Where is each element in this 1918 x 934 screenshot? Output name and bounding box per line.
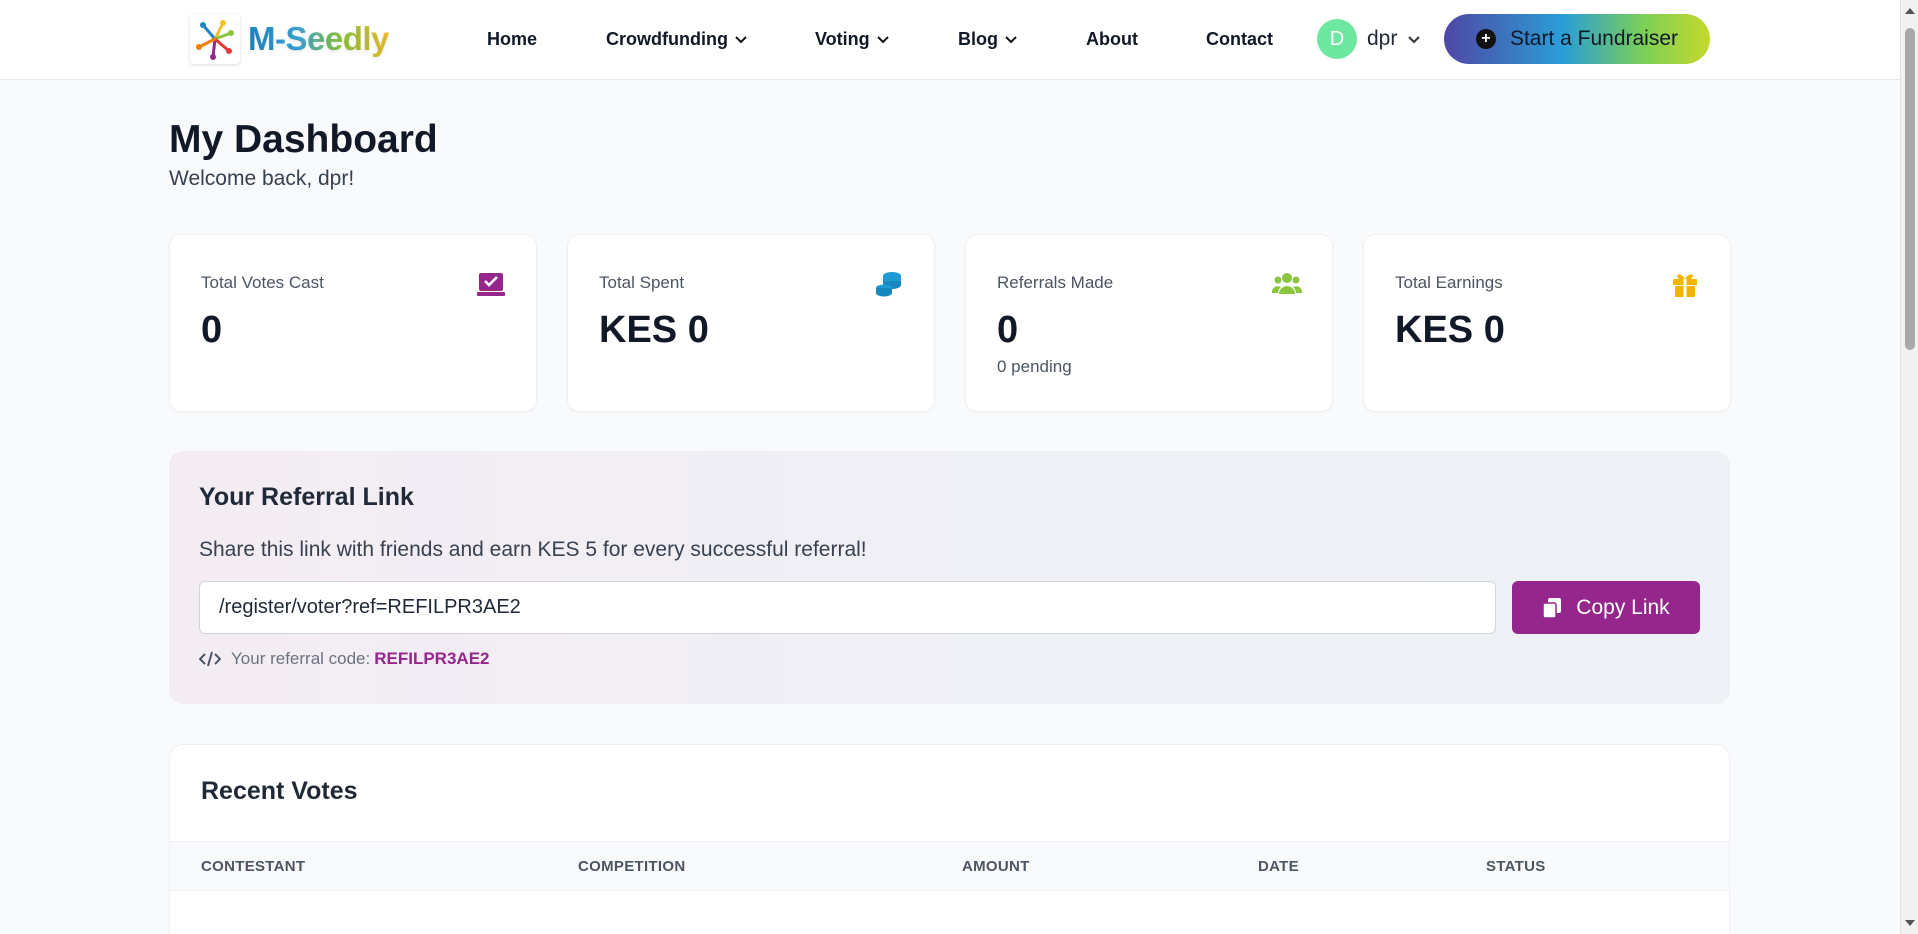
welcome-message: Welcome back, dpr! [169,167,355,190]
recent-votes-title: Recent Votes [201,777,358,805]
gift-icon [1673,274,1697,297]
stat-value: 0 [997,309,1019,351]
chevron-down-icon [735,36,747,44]
referral-title: Your Referral Link [199,483,414,511]
avatar: D [1317,19,1357,59]
code-icon [199,651,221,667]
start-fundraiser-label: Start a Fundraiser [1509,27,1679,50]
page-title: My Dashboard [169,118,438,161]
nav-crowdfunding[interactable]: Crowdfunding [606,27,748,51]
user-name: dpr [1367,27,1398,50]
vote-check-icon [477,273,505,296]
users-icon [1272,273,1302,294]
stat-card-referrals: Referrals Made 0 0 pending [965,234,1333,412]
referral-code-line: Your referral code: REFILPR3AE2 [199,649,489,669]
stat-label: Referrals Made [997,273,1114,292]
scroll-up-arrow-icon[interactable] [1905,8,1915,14]
nav-voting-label: Voting [815,28,870,49]
stat-value: KES 0 [1395,309,1505,351]
user-menu[interactable]: D dpr [1317,19,1421,59]
copy-icon [1542,597,1562,619]
stat-card-votes: Total Votes Cast 0 [169,234,537,412]
referral-description: Share this link with friends and earn KE… [199,538,867,561]
chevron-down-icon [1408,36,1421,44]
stat-label: Total Earnings [1395,273,1503,292]
column-header-competition: COMPETITION [578,858,686,875]
stat-subtext: 0 pending [997,357,1072,376]
nav-crowdfunding-label: Crowdfunding [606,28,728,49]
referral-code-prefix: Your referral code: [231,649,371,668]
nav-home[interactable]: Home [487,27,537,51]
recent-votes-section: Recent Votes CONTESTANT COMPETITION AMOU… [169,744,1730,934]
scroll-thumb[interactable] [1905,28,1915,350]
referral-section: Your Referral Link Share this link with … [169,451,1730,704]
nav-voting[interactable]: Voting [815,27,890,51]
plus-circle-icon: + [1475,29,1496,49]
scroll-down-arrow-icon[interactable] [1905,920,1915,926]
column-header-contestant: CONTESTANT [201,858,306,875]
nav-blog-label: Blog [958,28,998,49]
coins-icon [876,272,901,297]
stat-label: Total Votes Cast [201,273,324,292]
column-header-amount: AMOUNT [962,858,1030,875]
nav-about[interactable]: About [1086,27,1138,51]
column-header-status: STATUS [1486,858,1546,875]
copy-link-button[interactable]: Copy Link [1512,581,1700,634]
start-fundraiser-button[interactable]: + Start a Fundraiser [1444,14,1710,64]
referral-link-input[interactable] [199,581,1496,634]
copy-link-label: Copy Link [1576,595,1670,619]
stat-value: KES 0 [599,309,709,351]
stat-card-earnings: Total Earnings KES 0 [1363,234,1731,412]
top-navbar: M-Seedly Home Crowdfunding Voting Blog A… [0,0,1900,80]
stat-value: 0 [201,309,223,351]
chevron-down-icon [1005,36,1017,44]
page-scrollbar[interactable] [1900,0,1918,934]
nav-blog[interactable]: Blog [958,27,1018,51]
stat-label: Total Spent [599,273,685,292]
column-header-date: DATE [1258,858,1299,875]
nav-contact[interactable]: Contact [1206,27,1273,51]
referral-code: REFILPR3AE2 [374,649,490,668]
chevron-down-icon [876,36,889,44]
table-header: CONTESTANT COMPETITION AMOUNT DATE STATU… [170,841,1729,891]
stat-card-spent: Total Spent KES 0 [567,234,935,412]
